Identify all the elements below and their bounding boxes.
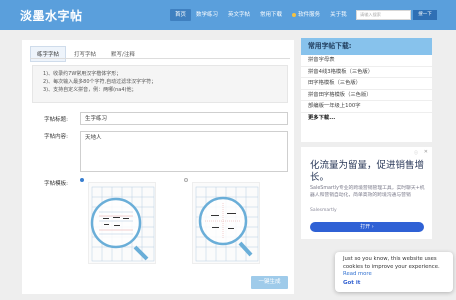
search-input[interactable]: 请输入搜索 (356, 10, 411, 20)
template-radio-2[interactable] (184, 178, 188, 182)
content-textarea[interactable]: 天地人 (80, 131, 288, 172)
download-item[interactable]: 拼音田字格模板（三色版） (301, 90, 432, 101)
nav-item-software[interactable]: 软件服务 (287, 9, 325, 21)
tab-write[interactable]: 打写字帖 (67, 46, 103, 62)
tab-dictation[interactable]: 默写/注释 (104, 46, 142, 62)
ad-info-icon[interactable]: ⓘ (414, 150, 418, 156)
got-it-button[interactable]: Got it (343, 280, 445, 286)
cookie-message: Just so you know, this website uses cook… (343, 256, 445, 279)
template-preview-2 (195, 186, 259, 262)
ad-banner[interactable]: ⓘ ✕ 化流量为留量，促进销售增长。 SaleSmartly专业的跨境营销管理工… (301, 147, 432, 239)
ad-open-button[interactable]: 打开 › (310, 222, 424, 232)
template-radio-1[interactable] (80, 178, 84, 182)
download-panel-title: 常用字帖下载: (301, 38, 432, 55)
tab-divider (30, 58, 290, 59)
template-preview-1 (90, 186, 155, 262)
main-panel: 练字字帖 打写字帖 默写/注释 1)、收录约7W常用汉字楷体字形； 2)、每次输… (22, 40, 294, 294)
ad-brand: Salesmartly (310, 208, 337, 213)
notice-line-1: 1)、收录约7W常用汉字楷体字形； (43, 71, 122, 77)
download-item[interactable]: 拼音字母表 (301, 55, 432, 67)
read-more-link[interactable]: Read more (343, 271, 372, 277)
download-panel: 常用字帖下载: 拼音字母表 拼音4线3格模板（三色版） 田字格模板（三色版） 拼… (301, 38, 432, 142)
cookie-banner: Just so you know, this website uses cook… (335, 252, 453, 292)
top-navigation-bar: 淡墨水字帖 首页 数学练习 英文字帖 常用下载 软件服务 关于我 请输入搜索 搜… (0, 0, 456, 30)
template-thumb-tian-grid[interactable] (192, 182, 260, 264)
content-label: 字帖内容: (44, 134, 68, 140)
ad-close-icon[interactable]: ✕ (424, 149, 428, 155)
nav-item-software-label: 软件服务 (298, 12, 321, 18)
tab-practice[interactable]: 练字字帖 (30, 46, 67, 62)
download-item[interactable]: 部编版一年级上100字 (301, 101, 432, 113)
tab-bar: 练字字帖 打写字帖 默写/注释 (30, 46, 143, 62)
title-input[interactable]: 生字练习 (80, 112, 288, 125)
nav-item-about[interactable]: 关于我 (325, 9, 352, 21)
site-logo[interactable]: 淡墨水字帖 (20, 7, 83, 24)
notice-line-2: 2)、每次输入最多80个字符,自动过滤非汉字字符； (43, 79, 157, 85)
search-button[interactable]: 搜一下 (413, 10, 437, 20)
generate-button[interactable]: 一键生成 (251, 276, 288, 289)
template-thumb-pinyin-grid[interactable] (88, 182, 156, 264)
title-label: 字帖标题: (44, 117, 68, 123)
star-icon (292, 12, 297, 17)
ad-headline: 化流量为留量，促进销售增长。 (310, 160, 425, 183)
nav-item-downloads[interactable]: 常用下载 (255, 9, 287, 21)
nav-item-english[interactable]: 英文字帖 (223, 9, 255, 21)
nav-item-math[interactable]: 数学练习 (191, 9, 223, 21)
more-downloads-link[interactable]: 更多下载... (301, 113, 432, 124)
notice-box: 1)、收录约7W常用汉字楷体字形； 2)、每次输入最多80个字符,自动过滤非汉字… (32, 65, 288, 103)
download-item[interactable]: 田字格模板（三色版） (301, 78, 432, 90)
cookie-message-text: Just so you know, this website uses cook… (343, 256, 440, 270)
download-item[interactable]: 拼音4线3格模板（三色版） (301, 67, 432, 78)
main-nav: 首页 数学练习 英文字帖 常用下载 软件服务 关于我 (170, 9, 352, 21)
nav-item-home[interactable]: 首页 (170, 9, 192, 21)
notice-line-3: 3)、支持自定义拼音，例：两哪(na4)他； (43, 87, 137, 93)
ad-body: SaleSmartly专业的跨境营销管理工具，实时聊天+机器人和营销自动化，简单… (310, 186, 425, 198)
template-options (80, 178, 280, 267)
template-label: 字帖模板: (44, 181, 68, 187)
